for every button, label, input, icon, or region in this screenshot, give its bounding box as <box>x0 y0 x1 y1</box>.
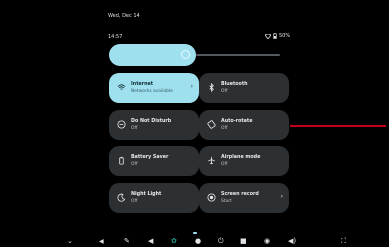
chevron-right-icon: › <box>190 83 193 90</box>
rotate-screen-icon[interactable]: ⛶ <box>341 237 346 246</box>
tile-night-light-subtitle: Off <box>131 199 138 204</box>
brightness-slider[interactable] <box>109 44 196 66</box>
night-light-icon <box>117 193 126 202</box>
tile-internet-title: Internet <box>131 82 154 87</box>
accessibility-icon[interactable]: ✿ <box>171 237 177 246</box>
tile-airplane-mode-subtitle: Off <box>221 162 228 167</box>
tile-battery-saver-title: Battery Saver <box>131 155 169 160</box>
tile-internet[interactable]: Internet Networks available › <box>109 73 199 103</box>
wifi-status-icon <box>265 33 271 39</box>
camera-icon[interactable]: ◉ <box>264 237 270 246</box>
navigation-bar: ⌄ ◀ ✎ ◀ ✿ ● ⏻ ■ ◉ ◀) ⛶ <box>0 236 389 247</box>
tile-do-not-disturb-subtitle: Off <box>131 126 138 131</box>
status-icons: 50% <box>265 33 290 39</box>
tile-screen-record-title: Screen record <box>221 192 259 197</box>
home-icon[interactable]: ● <box>195 237 201 246</box>
brightness-icon <box>181 50 190 59</box>
tile-bluetooth-title: Bluetooth <box>221 82 248 87</box>
battery-saver-icon <box>119 156 124 165</box>
tile-screen-record[interactable]: Screen record Start › <box>199 183 289 213</box>
red-line-marker <box>290 125 386 127</box>
battery-icon <box>273 33 277 39</box>
brightness-track[interactable] <box>196 54 280 56</box>
time: 14:57 <box>108 34 123 40</box>
power-icon[interactable]: ⏻ <box>218 237 224 246</box>
chevron-down-icon[interactable]: ⌄ <box>67 237 73 246</box>
bluetooth-icon <box>209 83 214 92</box>
do-not-disturb-icon <box>117 120 126 129</box>
page-indicator <box>193 232 197 234</box>
tile-bluetooth-subtitle: Off <box>221 89 228 94</box>
back-icon[interactable]: ◀ <box>148 237 153 246</box>
volume-down-icon[interactable]: ◀ <box>99 237 104 246</box>
tile-internet-subtitle: Networks available <box>131 89 173 94</box>
tile-battery-saver-subtitle: Off <box>131 162 138 167</box>
recents-icon[interactable]: ■ <box>240 237 247 246</box>
battery-percent: 50% <box>279 33 291 39</box>
pen-icon[interactable]: ✎ <box>124 237 130 246</box>
tile-bluetooth[interactable]: Bluetooth Off <box>199 73 289 103</box>
tile-do-not-disturb-title: Do Not Disturb <box>131 119 172 124</box>
tile-airplane-mode[interactable]: Airplane mode Off <box>199 146 289 176</box>
tile-night-light[interactable]: Night Light Off <box>109 183 199 213</box>
tile-auto-rotate-subtitle: Off <box>221 126 228 131</box>
date: Wed, Dec 14 <box>108 13 140 19</box>
screen-record-icon <box>207 193 216 202</box>
tile-battery-saver[interactable]: Battery Saver Off <box>109 146 199 176</box>
tile-airplane-mode-title: Airplane mode <box>221 155 261 160</box>
tile-auto-rotate[interactable]: Auto-rotate Off <box>199 110 289 140</box>
tile-do-not-disturb[interactable]: Do Not Disturb Off <box>109 110 199 140</box>
airplane-icon <box>208 156 215 165</box>
chevron-right-icon: › <box>280 193 283 200</box>
tile-screen-record-subtitle: Start <box>221 199 232 204</box>
tile-auto-rotate-title: Auto-rotate <box>221 119 253 124</box>
wifi-icon <box>117 84 126 90</box>
auto-rotate-icon <box>207 120 216 129</box>
tile-night-light-title: Night Light <box>131 192 162 197</box>
volume-up-icon[interactable]: ◀) <box>288 237 296 246</box>
